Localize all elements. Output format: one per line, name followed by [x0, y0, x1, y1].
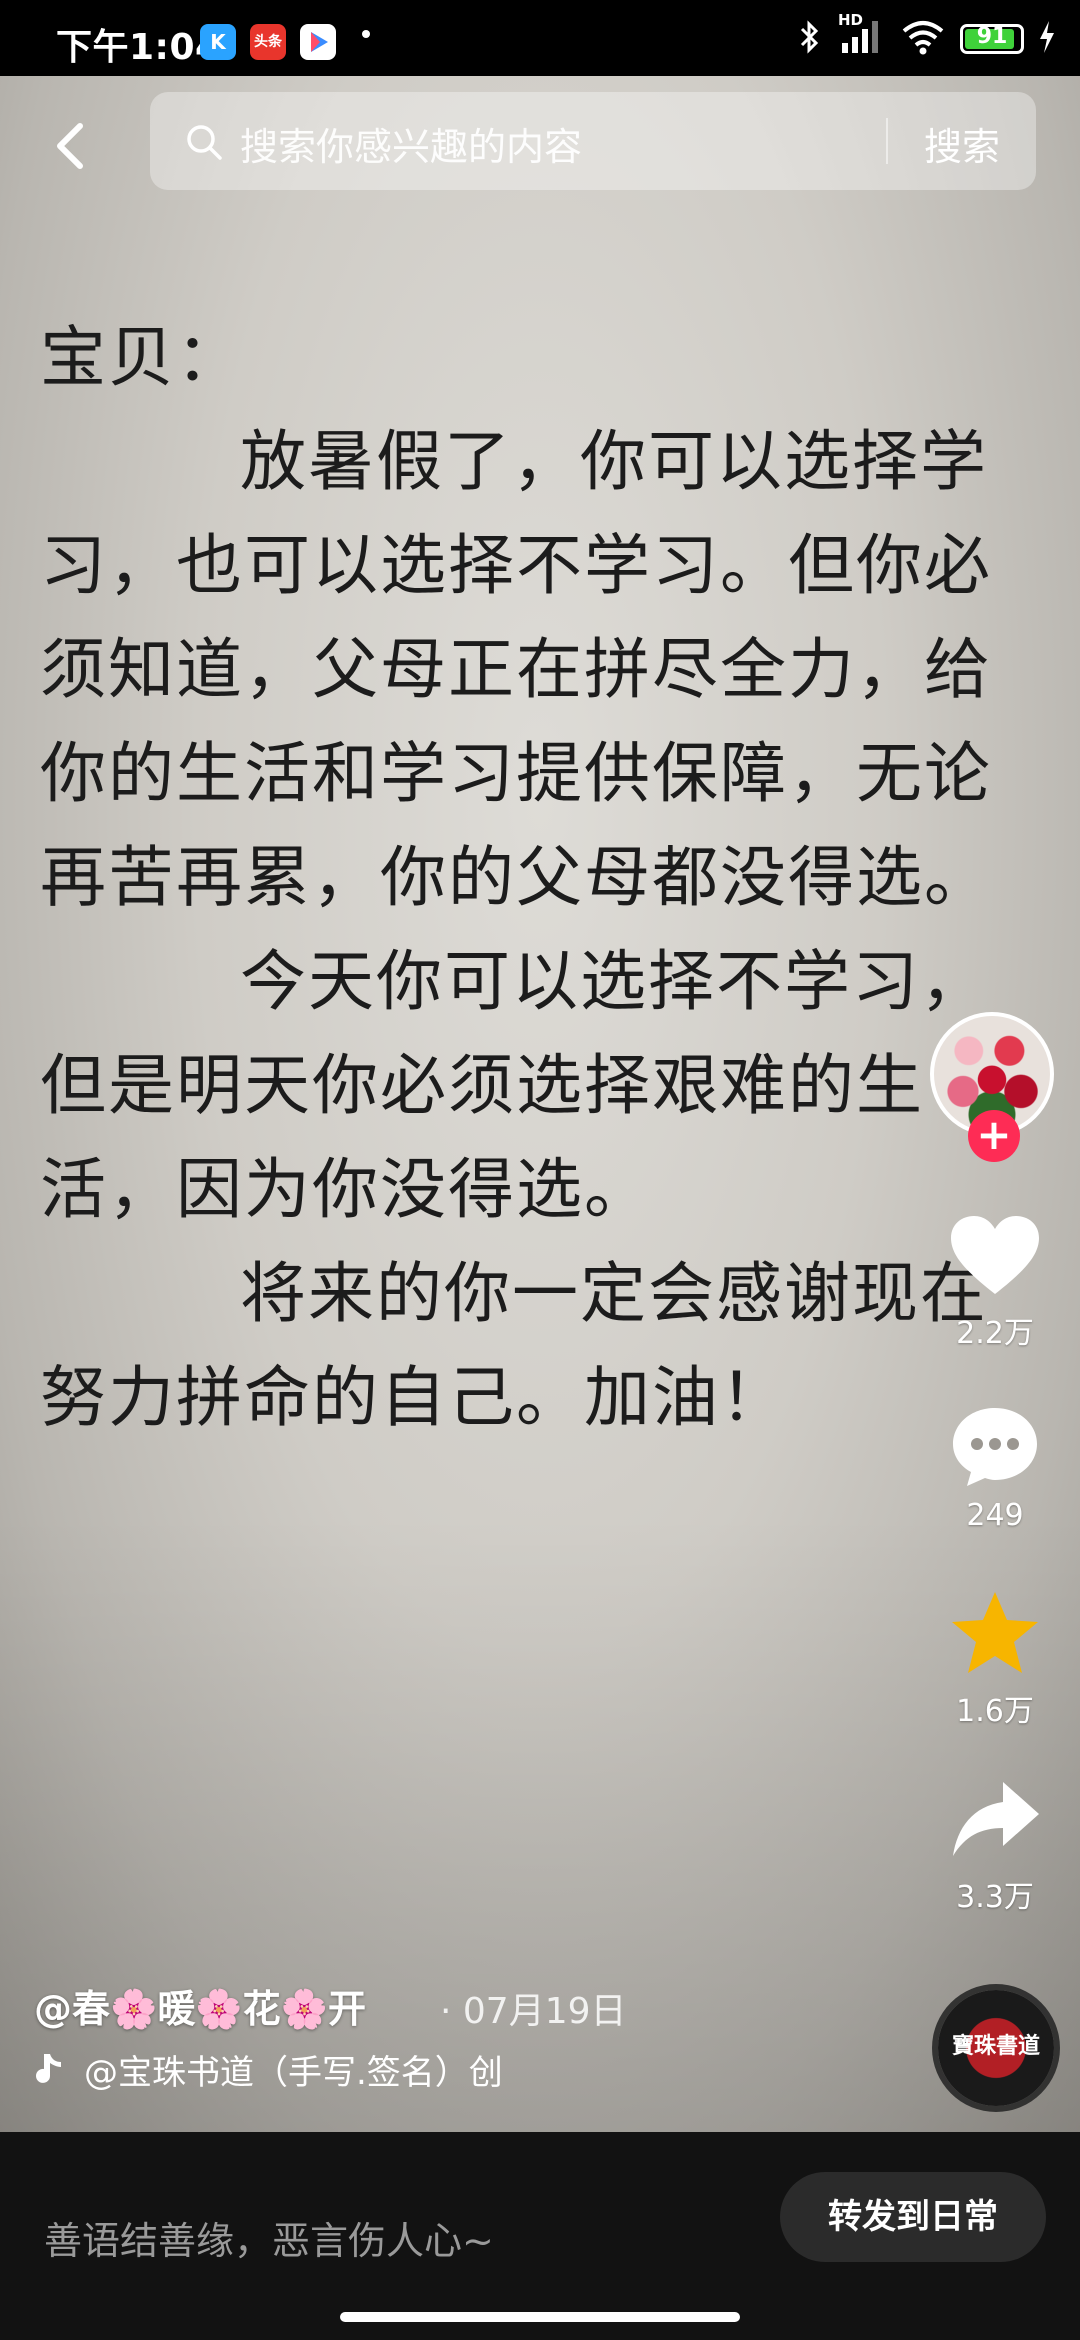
play-store-icon [300, 24, 336, 60]
search-button[interactable]: 搜索 [924, 116, 1000, 171]
comment-count: 249 [966, 1498, 1024, 1533]
search-input[interactable]: 搜索你感兴趣的内容 [240, 116, 582, 171]
search-divider [886, 118, 888, 164]
bottom-comment-bar: 善语结善缘，恶言伤人心~ 转发到日常 [0, 2132, 1080, 2340]
like-count: 2.2万 [956, 1316, 1034, 1351]
charging-icon [1038, 21, 1056, 57]
disc-seal-text: 寶珠書道 [951, 2034, 1040, 2059]
network-label: HD [838, 11, 864, 29]
repost-to-daily-button[interactable]: 转发到日常 [780, 2172, 1046, 2262]
bluetooth-icon [794, 17, 824, 61]
letter-paragraph-1: 放暑假了，你可以选择学习，也可以选择不学习。但你必须知道，父母正在拼尽全力，给你… [40, 423, 992, 916]
battery-icon: 91 [960, 24, 1024, 54]
comment-icon [953, 1408, 1037, 1486]
follow-button[interactable]: + [968, 1110, 1020, 1162]
share-arrow-icon [953, 1782, 1039, 1856]
video-player[interactable]: 宝贝： 放暑假了，你可以选择学习，也可以选择不学习。但你必须知道，父母正在拼尽全… [0, 76, 1080, 2132]
favorite-count: 1.6万 [956, 1694, 1034, 1729]
signal-icon: HD [838, 11, 886, 61]
letter-paragraph-2: 今天你可以选择不学习，但是明天你必须选择艰难的生活，因为你没得选。 [40, 943, 988, 1228]
favorite-button[interactable]: 1.6万 [940, 1590, 1050, 1730]
letter-greeting: 宝贝： [40, 319, 244, 396]
search-icon [187, 125, 222, 160]
music-note-icon [36, 2053, 61, 2083]
post-date: · 07月19日 [440, 1991, 627, 2032]
like-button[interactable]: 2.2万 [940, 1212, 1050, 1352]
author-name[interactable]: @春🌸暖🌸花🌸开 [34, 1978, 366, 2033]
star-icon [952, 1592, 1038, 1673]
handwritten-letter: 宝贝： 放暑假了，你可以选择学习，也可以选择不学习。但你必须知道，父母正在拼尽全… [40, 306, 1050, 1450]
search-bar[interactable]: 搜索你感兴趣的内容 搜索 [150, 92, 1036, 190]
kuaishou-app-icon: K [200, 24, 236, 60]
battery-level: 91 [976, 24, 1008, 49]
music-title: @宝珠书道（手写.签名）创 [84, 2053, 503, 2093]
music-disc[interactable]: 寶珠書道 [938, 1990, 1054, 2106]
share-button[interactable]: 3.3万 [940, 1776, 1050, 1916]
status-bar: 下午1:04 K 头条 HD 91 [0, 0, 1080, 76]
share-count: 3.3万 [956, 1880, 1034, 1915]
home-indicator[interactable] [340, 2312, 740, 2322]
notification-dot [362, 30, 370, 38]
wifi-icon [900, 17, 946, 61]
back-arrow-icon [57, 123, 83, 169]
heart-icon [951, 1216, 1039, 1294]
comment-button[interactable]: 249 [940, 1402, 1050, 1533]
status-time: 下午1:04 [56, 27, 221, 68]
music-info[interactable]: @宝珠书道（手写.签名）创 [34, 2045, 503, 2094]
letter-paragraph-3: 将来的你一定会感谢现在努力拼命的自己。加油！ [40, 1255, 988, 1436]
toutiao-app-icon: 头条 [250, 24, 286, 60]
comment-input[interactable]: 善语结善缘，恶言伤人心~ [44, 2210, 494, 2265]
back-button[interactable] [40, 110, 100, 180]
